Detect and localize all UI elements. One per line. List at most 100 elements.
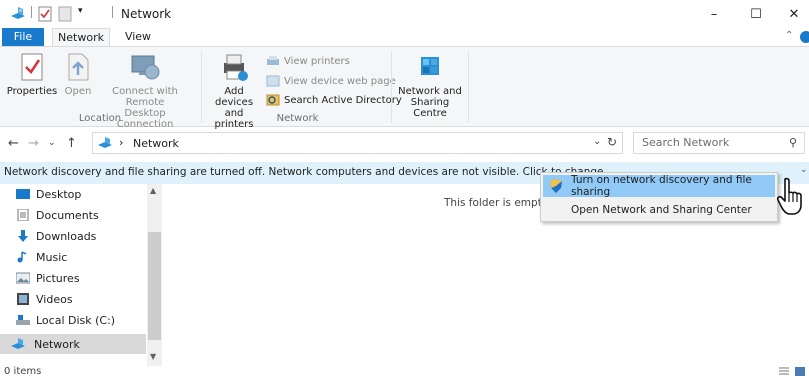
infobar-dropdown-menu: Turn on network discovery and file shari…: [540, 172, 778, 222]
recent-locations-chevron-icon[interactable]: ⌄: [48, 138, 56, 148]
view-device-web-page-button[interactable]: View device web page: [266, 75, 396, 87]
nav-item-network[interactable]: Network: [10, 334, 80, 354]
title-separator: [112, 6, 113, 18]
connect-remote-label-1: Connect with Remote: [112, 86, 178, 108]
location-group-label: Location: [78, 113, 122, 124]
hand-cursor-icon: [776, 177, 806, 220]
breadcrumb-separator[interactable]: ›: [119, 136, 123, 149]
new-folder-quick-icon[interactable]: [58, 6, 72, 22]
address-dropdown-chevron-icon[interactable]: ⌄: [593, 136, 601, 147]
network-icon: [10, 338, 28, 350]
menu-item-label: Open Network and Sharing Center: [571, 204, 752, 216]
network-sharing-label-1: Network and: [398, 86, 462, 97]
nav-item-documents[interactable]: Documents: [16, 205, 99, 225]
nav-pane-scrollbar[interactable]: ▲ ▼: [147, 184, 162, 366]
properties-quick-icon[interactable]: [38, 6, 52, 22]
help-icon[interactable]: [800, 31, 809, 43]
window-title: Network: [121, 7, 172, 21]
ribbon-group-separator: [201, 51, 202, 123]
remote-desktop-icon: [129, 51, 161, 83]
network-sharing-label-2: Sharing Centre: [410, 97, 450, 119]
infobar-message[interactable]: Network discovery and file sharing are t…: [4, 166, 614, 178]
navigation-pane: Desktop Documents Downloads Music Pictur…: [0, 184, 162, 366]
network-sharing-centre-button[interactable]: Network and Sharing Centre: [395, 51, 465, 119]
add-devices-label-1: Add devices: [214, 86, 254, 108]
menu-item-turn-on-discovery[interactable]: Turn on network discovery and file shari…: [543, 174, 775, 198]
local-disk-icon: [16, 314, 30, 326]
address-bar[interactable]: › Network ⌄ ↻: [92, 132, 623, 154]
tab-file[interactable]: File: [2, 28, 44, 46]
nav-item-videos[interactable]: Videos: [16, 289, 73, 309]
nav-item-desktop[interactable]: Desktop: [16, 184, 81, 204]
view-device-web-page-label: View device web page: [284, 75, 396, 87]
up-arrow-icon[interactable]: ↑: [66, 136, 77, 151]
customize-toolbar-dropdown-icon[interactable]: ▾: [78, 6, 83, 16]
search-box[interactable]: ⚲: [633, 132, 805, 154]
menu-item-open-sharing-center[interactable]: Open Network and Sharing Center: [543, 199, 775, 221]
tab-network[interactable]: Network: [52, 28, 110, 47]
directory-search-icon: [266, 94, 280, 106]
videos-icon: [16, 293, 30, 305]
shield-icon: [549, 178, 563, 197]
infobar-chevron-icon[interactable]: ⌄: [800, 165, 808, 175]
close-button[interactable]: ✕: [774, 2, 809, 26]
search-input[interactable]: [642, 136, 782, 149]
view-printers-label: View printers: [284, 55, 350, 67]
nav-item-label: Desktop: [36, 187, 82, 201]
breadcrumb-network[interactable]: Network: [133, 137, 179, 150]
view-printers-button[interactable]: View printers: [266, 55, 350, 67]
nav-item-downloads[interactable]: Downloads: [16, 226, 96, 246]
nav-item-label: Local Disk (C:): [36, 313, 116, 327]
ribbon-tabs: File Network View ⌃: [0, 28, 809, 47]
properties-button[interactable]: Properties: [4, 51, 60, 97]
scroll-thumb[interactable]: [148, 232, 161, 340]
desktop-icon: [16, 188, 30, 200]
network-sharing-icon: [414, 51, 446, 83]
open-icon: [62, 51, 94, 83]
scroll-down-arrow-icon[interactable]: ▼: [150, 352, 156, 361]
address-row: ← → ⌄ ↑ › Network ⌄ ↻ ⚲: [0, 128, 809, 158]
music-icon: [16, 251, 30, 263]
open-label: Open: [64, 86, 92, 97]
toolbar-separator: [31, 6, 32, 18]
maximize-button[interactable]: ☐: [736, 2, 776, 26]
ribbon-group-separator: [468, 51, 469, 123]
nav-item-pictures[interactable]: Pictures: [15, 268, 80, 288]
nav-item-label: Network: [34, 337, 80, 351]
ribbon-group-separator: [391, 51, 392, 123]
tab-view[interactable]: View: [120, 28, 156, 46]
nav-item-label: Documents: [36, 208, 99, 222]
documents-icon: [16, 208, 30, 222]
search-icon[interactable]: ⚲: [789, 136, 797, 149]
item-count: 0 items: [4, 366, 42, 377]
properties-icon: [16, 51, 48, 83]
scroll-up-arrow-icon[interactable]: ▲: [150, 186, 156, 195]
web-page-icon: [266, 75, 280, 87]
properties-label: Properties: [6, 86, 58, 97]
nav-item-local-disk[interactable]: Local Disk (C:): [16, 310, 115, 330]
nav-item-label: Pictures: [36, 271, 80, 285]
ribbon: Properties Open Connect with Remote Desk…: [0, 46, 809, 130]
view-printers-icon: [266, 55, 280, 67]
open-button[interactable]: Open: [62, 51, 94, 97]
large-icons-view-icon[interactable]: [794, 366, 806, 380]
nav-item-label: Music: [36, 250, 68, 264]
refresh-icon[interactable]: ↻: [607, 135, 617, 149]
network-folder-icon[interactable]: [10, 6, 28, 22]
back-arrow-icon[interactable]: ←: [8, 136, 19, 151]
search-active-directory-button[interactable]: Search Active Directory: [266, 94, 402, 106]
forward-arrow-icon[interactable]: →: [28, 136, 39, 151]
minimize-button[interactable]: –: [694, 2, 734, 26]
pictures-icon: [15, 272, 31, 284]
network-group-label: Network: [276, 113, 319, 124]
nav-item-music[interactable]: Music: [16, 247, 67, 267]
printer-icon: [218, 51, 250, 83]
collapse-ribbon-icon[interactable]: ⌃: [785, 30, 793, 41]
downloads-icon: [16, 230, 30, 242]
empty-folder-message: This folder is empty.: [444, 197, 550, 209]
details-view-icon[interactable]: [778, 366, 790, 380]
network-location-icon: [97, 136, 115, 153]
menu-item-label: Turn on network discovery and file shari…: [571, 174, 752, 198]
status-bar: 0 items: [0, 366, 809, 380]
nav-item-label: Downloads: [36, 229, 97, 243]
